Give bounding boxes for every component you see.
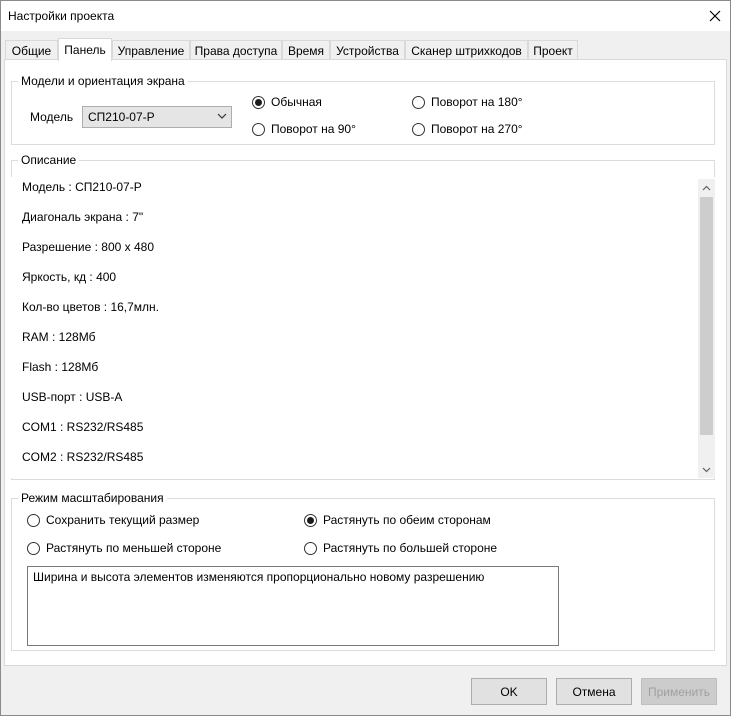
- model-select-value: СП210-07-Р: [88, 110, 155, 124]
- radio-label: Растянуть по меньшей стороне: [46, 541, 222, 555]
- radio-label: Растянуть по обеим сторонам: [323, 513, 491, 527]
- tab-project[interactable]: Проект: [528, 40, 578, 61]
- close-icon: [709, 10, 721, 22]
- description-list: Модель : СП210-07-Р Диагональ экрана : 7…: [11, 177, 715, 478]
- radio-label: Обычная: [271, 95, 322, 109]
- radio-indicator: [27, 541, 40, 555]
- scroll-thumb[interactable]: [700, 197, 713, 435]
- radio-indicator: [304, 513, 317, 527]
- description-line: Кол-во цветов : 16,7млн.: [22, 300, 160, 314]
- tab-time[interactable]: Время: [282, 40, 330, 61]
- tab-devices[interactable]: Устройства: [330, 40, 405, 61]
- tab-access-rights[interactable]: Права доступа: [190, 40, 282, 61]
- description-line: Яркость, кд : 400: [22, 270, 117, 284]
- radio-label: Растянуть по большей стороне: [323, 541, 498, 555]
- description-line: Диагональ экрана : 7": [22, 210, 144, 224]
- radio-label: Поворот на 270°: [431, 122, 523, 136]
- keep-size-radio[interactable]: Сохранить текущий размер: [27, 513, 199, 527]
- radio-indicator: [412, 95, 425, 109]
- apply-button[interactable]: Применить: [641, 678, 717, 705]
- tab-panel[interactable]: Панель: [58, 38, 112, 61]
- tab-barcode-scanner[interactable]: Сканер штрихкодов: [405, 40, 528, 61]
- radio-indicator: [252, 122, 265, 136]
- scroll-up-button[interactable]: [698, 179, 715, 196]
- radio-label: Сохранить текущий размер: [46, 513, 200, 527]
- orientation-270-radio[interactable]: Поворот на 270°: [412, 122, 523, 136]
- chevron-down-icon: [702, 467, 711, 472]
- radio-indicator: [304, 541, 317, 555]
- project-settings-dialog: Настройки проекта Общие Панель Управлени…: [0, 0, 731, 716]
- scroll-down-button[interactable]: [698, 461, 715, 478]
- radio-label: Поворот на 180°: [431, 95, 523, 109]
- radio-indicator: [27, 513, 40, 527]
- screen-model-group-title: Модели и ориентация экрана: [18, 74, 188, 88]
- stretch-smaller-radio[interactable]: Растянуть по меньшей стороне: [27, 541, 221, 555]
- description-line: COM2 : RS232/RS485: [22, 450, 144, 464]
- tab-control[interactable]: Управление: [112, 40, 190, 61]
- tab-strip: Общие Панель Управление Права доступа Вр…: [5, 38, 725, 61]
- chevron-down-icon: [217, 113, 227, 119]
- orientation-90-radio[interactable]: Поворот на 90°: [252, 122, 356, 136]
- model-label: Модель: [30, 110, 74, 124]
- description-line: Разрешение : 800 x 480: [22, 240, 155, 254]
- cancel-button[interactable]: Отмена: [556, 678, 632, 705]
- title-bar: Настройки проекта: [1, 1, 730, 31]
- description-group-title: Описание: [18, 153, 80, 167]
- description-line: Flash : 128Мб: [22, 360, 99, 374]
- window-title: Настройки проекта: [8, 9, 115, 23]
- radio-label: Поворот на 90°: [271, 122, 356, 136]
- stretch-both-radio[interactable]: Растянуть по обеим сторонам: [304, 513, 491, 527]
- orientation-normal-radio[interactable]: Обычная: [252, 95, 322, 109]
- description-line: USB-порт : USB-A: [22, 390, 123, 404]
- description-scrollbar[interactable]: [698, 179, 715, 478]
- radio-indicator: [252, 95, 265, 109]
- scale-mode-group-title: Режим масштабирования: [18, 491, 167, 505]
- description-line: COM1 : RS232/RS485: [22, 420, 144, 434]
- ok-button[interactable]: OK: [471, 678, 547, 705]
- stretch-larger-radio[interactable]: Растянуть по большей стороне: [304, 541, 497, 555]
- close-button[interactable]: [700, 1, 730, 31]
- tab-general[interactable]: Общие: [5, 40, 58, 61]
- orientation-180-radio[interactable]: Поворот на 180°: [412, 95, 523, 109]
- scale-mode-hint: Ширина и высота элементов изменяются про…: [27, 566, 559, 646]
- radio-indicator: [412, 122, 425, 136]
- description-line: Модель : СП210-07-Р: [22, 180, 142, 194]
- model-select[interactable]: СП210-07-Р: [82, 106, 232, 128]
- chevron-up-icon: [702, 185, 711, 190]
- description-line: RAM : 128Мб: [22, 330, 96, 344]
